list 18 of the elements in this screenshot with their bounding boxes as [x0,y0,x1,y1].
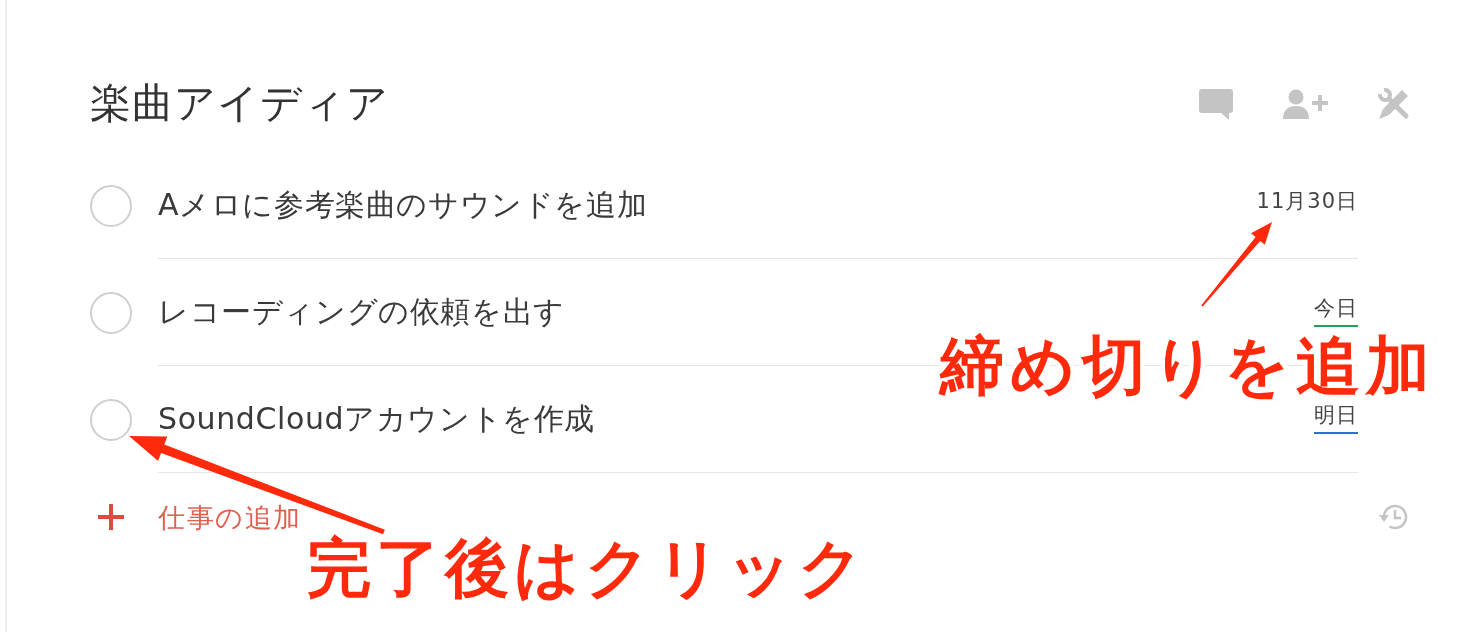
task-checkbox[interactable] [90,291,132,334]
project-title: 楽曲アイディア [90,79,389,129]
task-checkbox[interactable] [90,398,132,441]
due-date: 今日 [1314,297,1358,319]
tools-icon[interactable] [1378,88,1410,120]
callout-text: 完了後はクリック [306,531,870,605]
task-title: SoundCloudアカウントを作成 [158,401,595,437]
add-task-button[interactable]: 仕事の追加 [98,503,302,531]
task-title: Aメロに参考楽曲のサウンドを追加 [158,187,648,223]
add-person-icon[interactable] [1283,89,1328,119]
plus-icon [98,504,124,530]
task-checkbox[interactable] [90,184,132,227]
history-icon[interactable] [1378,502,1410,532]
due-date: 明日 [1314,404,1358,426]
due-date: 11月30日 [1256,190,1358,212]
comment-icon[interactable] [1199,88,1233,120]
callout-text: 締め切りを追加 [937,329,1437,403]
task-title: レコーディングの依頼を出す [158,294,565,330]
